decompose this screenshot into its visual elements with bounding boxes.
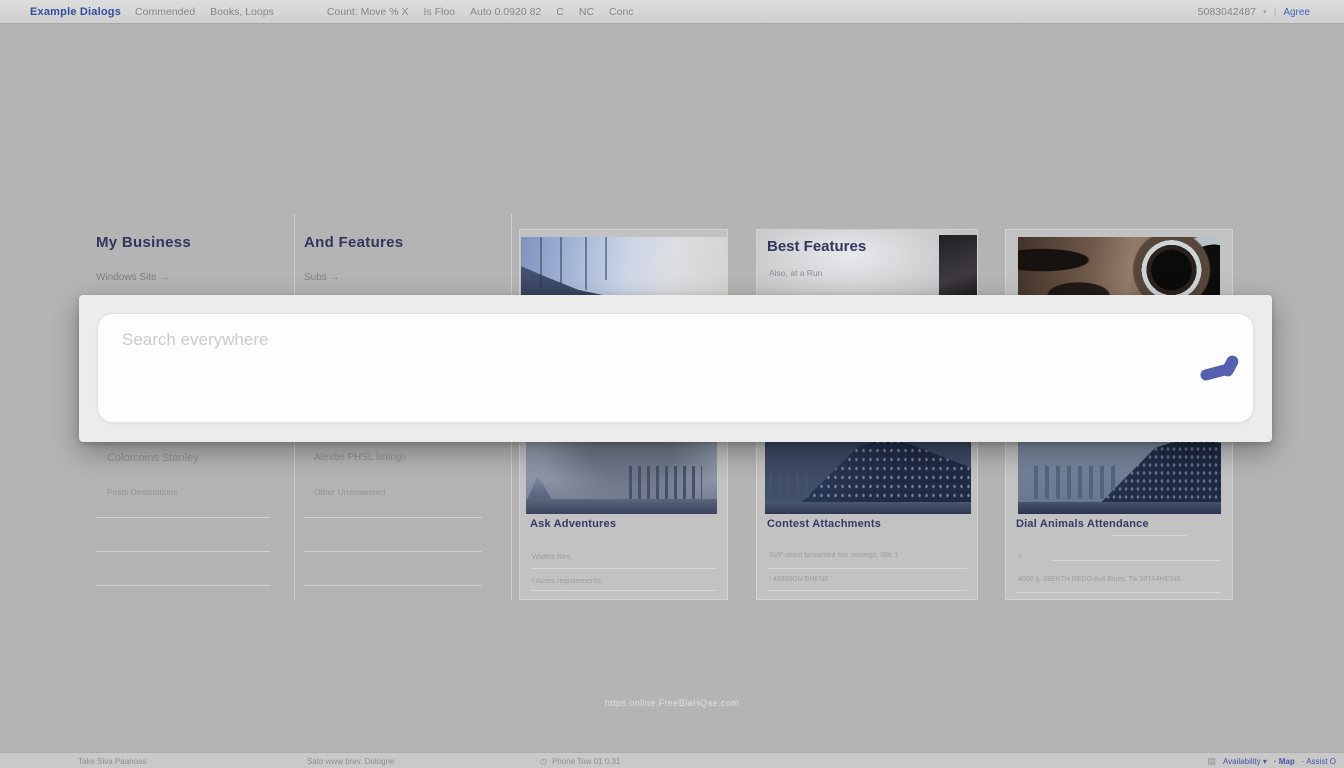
divider — [304, 585, 482, 586]
ground-shape — [526, 499, 717, 514]
menu-item-isfloo[interactable]: Is Floo — [424, 6, 456, 18]
status-time: Phone Tow 01 0.31 — [552, 757, 620, 766]
menu-item-c[interactable]: C — [556, 6, 564, 18]
divider — [96, 585, 270, 586]
menu-item-auto[interactable]: Auto 0.0920 82 — [470, 6, 541, 18]
col1-link[interactable]: Windows Site→ — [96, 272, 170, 283]
clock-icon: ◷ — [540, 757, 547, 766]
pole-shape — [540, 237, 542, 288]
divider — [1111, 535, 1187, 536]
divider — [304, 551, 482, 552]
search-dialog — [79, 295, 1272, 442]
menu-items: Commended Books, Loops Count: Move % X I… — [135, 6, 634, 18]
status-left: Take Siva Paanoas — [78, 757, 147, 766]
col2-row2[interactable]: Other Unanswered — [314, 487, 385, 497]
app-brand[interactable]: Example Dialogs — [30, 6, 121, 18]
divider — [96, 517, 270, 518]
menu-item-books[interactable]: Books, Loops — [210, 6, 274, 18]
menu-item-nc[interactable]: NC — [579, 6, 594, 18]
trees-shape — [1034, 466, 1115, 498]
card-adventures-title[interactable]: Ask Adventures — [530, 518, 616, 530]
status-center: Sato www brev. Dologne — [307, 757, 394, 766]
ground-shape — [1018, 502, 1221, 514]
trees-shape — [769, 474, 814, 500]
grid-icon[interactable]: ▤ — [1207, 756, 1216, 767]
divider — [767, 590, 967, 591]
menu-item-commended[interactable]: Commended — [135, 6, 195, 18]
mountain-shape — [526, 466, 595, 503]
goggles-thumbnail[interactable] — [1018, 237, 1220, 303]
col2-row1[interactable]: Alexbe PHSL listings — [314, 452, 406, 463]
card-attendance-title[interactable]: Dial Animals Attendance — [1016, 518, 1149, 530]
trees-shape — [629, 466, 702, 500]
divider — [1016, 592, 1222, 593]
menu-item-count[interactable]: Count: Move % X — [327, 6, 409, 18]
divider — [304, 517, 482, 518]
ground-shape — [765, 502, 971, 514]
winter-thumbnail[interactable] — [526, 437, 717, 514]
menu-bar: Example Dialogs Commended Books, Loops C… — [0, 0, 1344, 24]
card-adventures-row2[interactable]: I Acres requirements. — [532, 576, 603, 585]
chevron-down-icon[interactable]: ▾ — [1263, 8, 1267, 16]
watermark-url: https.online.FreeBlaHQae.com — [605, 698, 739, 708]
divider — [767, 568, 967, 569]
divider — [530, 568, 717, 569]
divider — [530, 590, 717, 591]
card-features-row2[interactable]: I 49900GN BHENE — [769, 576, 829, 583]
col1-row1[interactable]: Colorcoins Stanley — [107, 452, 199, 464]
card-attendance-row2[interactable]: 4000 g. 39EKTH REDO Av4 Blues. Tw 39TA4H… — [1018, 576, 1181, 583]
card-features-bottom-title[interactable]: Contest Attachments — [767, 518, 881, 530]
agree-link[interactable]: Agree — [1283, 7, 1310, 18]
card-attendance-row1[interactable]: A — [1018, 554, 1022, 560]
card-features-title: Best Features — [767, 238, 866, 255]
pole-shape — [560, 237, 562, 285]
pole-shape — [605, 237, 607, 280]
search-input[interactable] — [97, 313, 1254, 423]
card-features-row1[interactable]: SVP about forwarded two servings, 38tr 1 — [769, 552, 898, 559]
divider — [1051, 560, 1222, 561]
forest-thumbnail[interactable] — [1018, 437, 1221, 514]
col1-link-label: Windows Site — [96, 272, 157, 283]
sky-thumbnail[interactable] — [521, 237, 727, 303]
map-link[interactable]: · Map — [1274, 757, 1295, 766]
dark-thumbnail[interactable] — [939, 235, 977, 301]
arrow-right-icon: → — [160, 272, 170, 283]
account-number: 5083042487 — [1198, 6, 1256, 18]
status-bar: Take Siva Paanoas Sato www brev. Dologne… — [0, 752, 1344, 768]
divider: | — [1274, 6, 1277, 18]
cursor-pointer-icon — [1196, 347, 1248, 389]
col2-link[interactable]: Subs→ — [304, 272, 340, 283]
mountain-thumbnail[interactable] — [765, 437, 971, 514]
menubar-right: 5083042487 ▾ | Agree — [1198, 0, 1310, 24]
card-features-subtitle[interactable]: Also, at a Run — [769, 268, 822, 278]
divider — [96, 551, 270, 552]
card-adventures-row1[interactable]: Widths Res — [532, 552, 570, 561]
availability-link[interactable]: Availability ▾ — [1223, 757, 1267, 766]
col2-link-label: Subs — [304, 272, 327, 283]
arrow-right-icon: → — [330, 272, 340, 283]
pole-shape — [585, 237, 587, 290]
assist-link[interactable]: · Assist O — [1302, 757, 1336, 766]
menu-item-conc[interactable]: Conc — [609, 6, 634, 18]
col2-title: And Features — [304, 234, 403, 251]
status-right: ▤ Availability ▾ · Map · Assist O — [1207, 756, 1336, 767]
col1-row2[interactable]: Posts Destinations — [107, 487, 177, 497]
col1-title: My Business — [96, 234, 191, 251]
